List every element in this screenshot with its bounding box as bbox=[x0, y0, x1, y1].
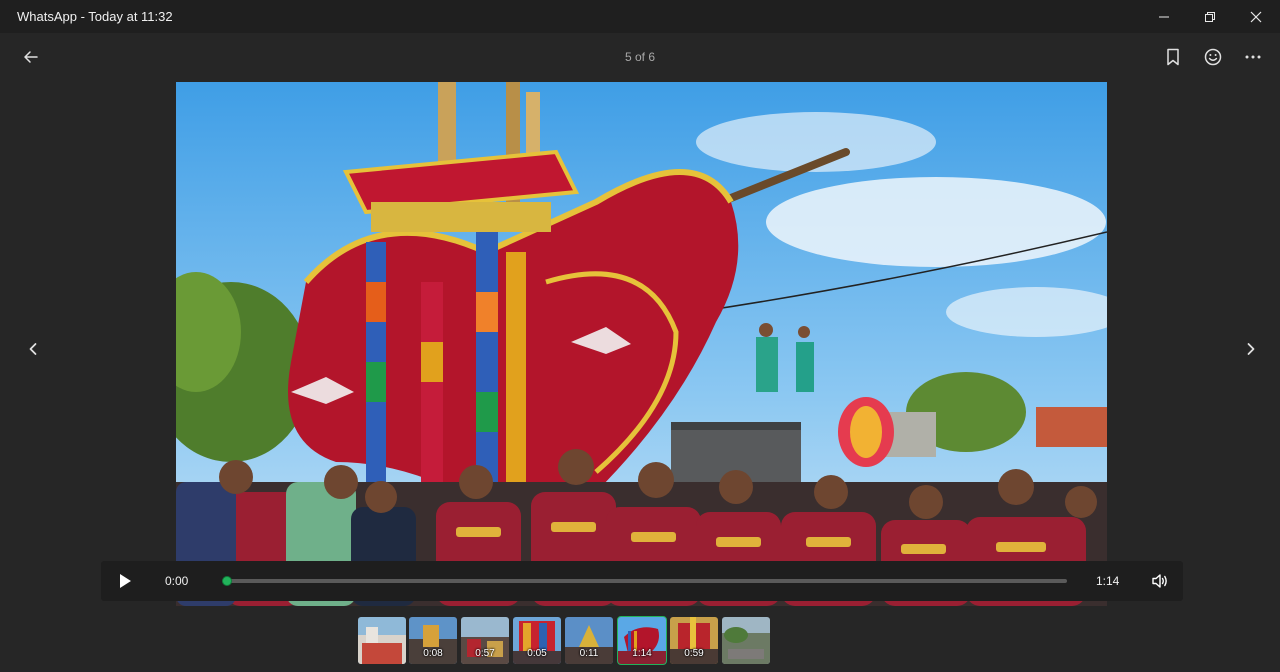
play-icon bbox=[120, 574, 131, 588]
media-thumbnail[interactable]: 0:05 bbox=[513, 617, 561, 664]
media-thumbnail[interactable] bbox=[358, 617, 406, 664]
bookmark-icon bbox=[1167, 48, 1179, 66]
media-thumbnail[interactable] bbox=[722, 617, 770, 664]
more-icon bbox=[1245, 55, 1261, 59]
close-icon bbox=[1250, 11, 1262, 22]
next-media-button[interactable] bbox=[1239, 337, 1263, 361]
window-title: WhatsApp - Today at 11:32 bbox=[17, 9, 173, 24]
media-thumbnail[interactable]: 0:08 bbox=[409, 617, 457, 664]
chevron-left-icon bbox=[29, 343, 37, 355]
seek-bar-handle[interactable] bbox=[222, 576, 232, 586]
thumbnail-duration: 0:08 bbox=[423, 648, 443, 659]
back-button[interactable] bbox=[19, 45, 43, 69]
maximize-button[interactable] bbox=[1187, 0, 1233, 33]
viewer-header: 5 of 6 bbox=[0, 33, 1280, 81]
volume-button[interactable] bbox=[1150, 571, 1170, 591]
back-arrow-icon bbox=[24, 51, 38, 63]
seek-bar[interactable] bbox=[222, 579, 1067, 583]
minimize-button[interactable] bbox=[1141, 0, 1187, 33]
minimize-icon bbox=[1159, 16, 1169, 17]
thumbnail-duration: 0:05 bbox=[527, 648, 547, 659]
media-thumbnail-strip: 0:08 0:57 0:05 0:11 1:14 0:59 bbox=[358, 616, 778, 665]
media-counter: 5 of 6 bbox=[624, 50, 656, 64]
title-bar: WhatsApp - Today at 11:32 bbox=[0, 0, 1280, 33]
media-thumbnail[interactable]: 0:57 bbox=[461, 617, 509, 664]
play-button[interactable] bbox=[115, 571, 135, 591]
bookmark-button[interactable] bbox=[1161, 45, 1185, 69]
maximize-icon bbox=[1205, 11, 1215, 22]
emoji-icon bbox=[1204, 48, 1222, 66]
media-thumbnail-selected[interactable]: 1:14 bbox=[617, 616, 667, 665]
thumbnail-image bbox=[722, 617, 770, 664]
volume-icon bbox=[1152, 574, 1167, 588]
video-frame[interactable] bbox=[176, 82, 1107, 606]
react-button[interactable] bbox=[1201, 45, 1225, 69]
video-controls: 0:00 1:14 bbox=[101, 561, 1183, 601]
media-thumbnail[interactable]: 0:11 bbox=[565, 617, 613, 664]
thumbnail-duration: 0:11 bbox=[579, 648, 599, 659]
close-button[interactable] bbox=[1233, 0, 1279, 33]
total-duration: 1:14 bbox=[1096, 574, 1120, 588]
previous-media-button[interactable] bbox=[21, 337, 45, 361]
video-still-image bbox=[176, 82, 1107, 606]
more-options-button[interactable] bbox=[1241, 45, 1265, 69]
chevron-right-icon bbox=[1247, 343, 1255, 355]
thumbnail-duration: 0:57 bbox=[475, 648, 495, 659]
thumbnail-duration: 0:59 bbox=[684, 648, 704, 659]
media-thumbnail[interactable]: 0:59 bbox=[670, 617, 718, 664]
thumbnail-duration: 1:14 bbox=[632, 648, 652, 659]
thumbnail-image bbox=[358, 617, 406, 664]
current-time: 0:00 bbox=[165, 574, 189, 588]
